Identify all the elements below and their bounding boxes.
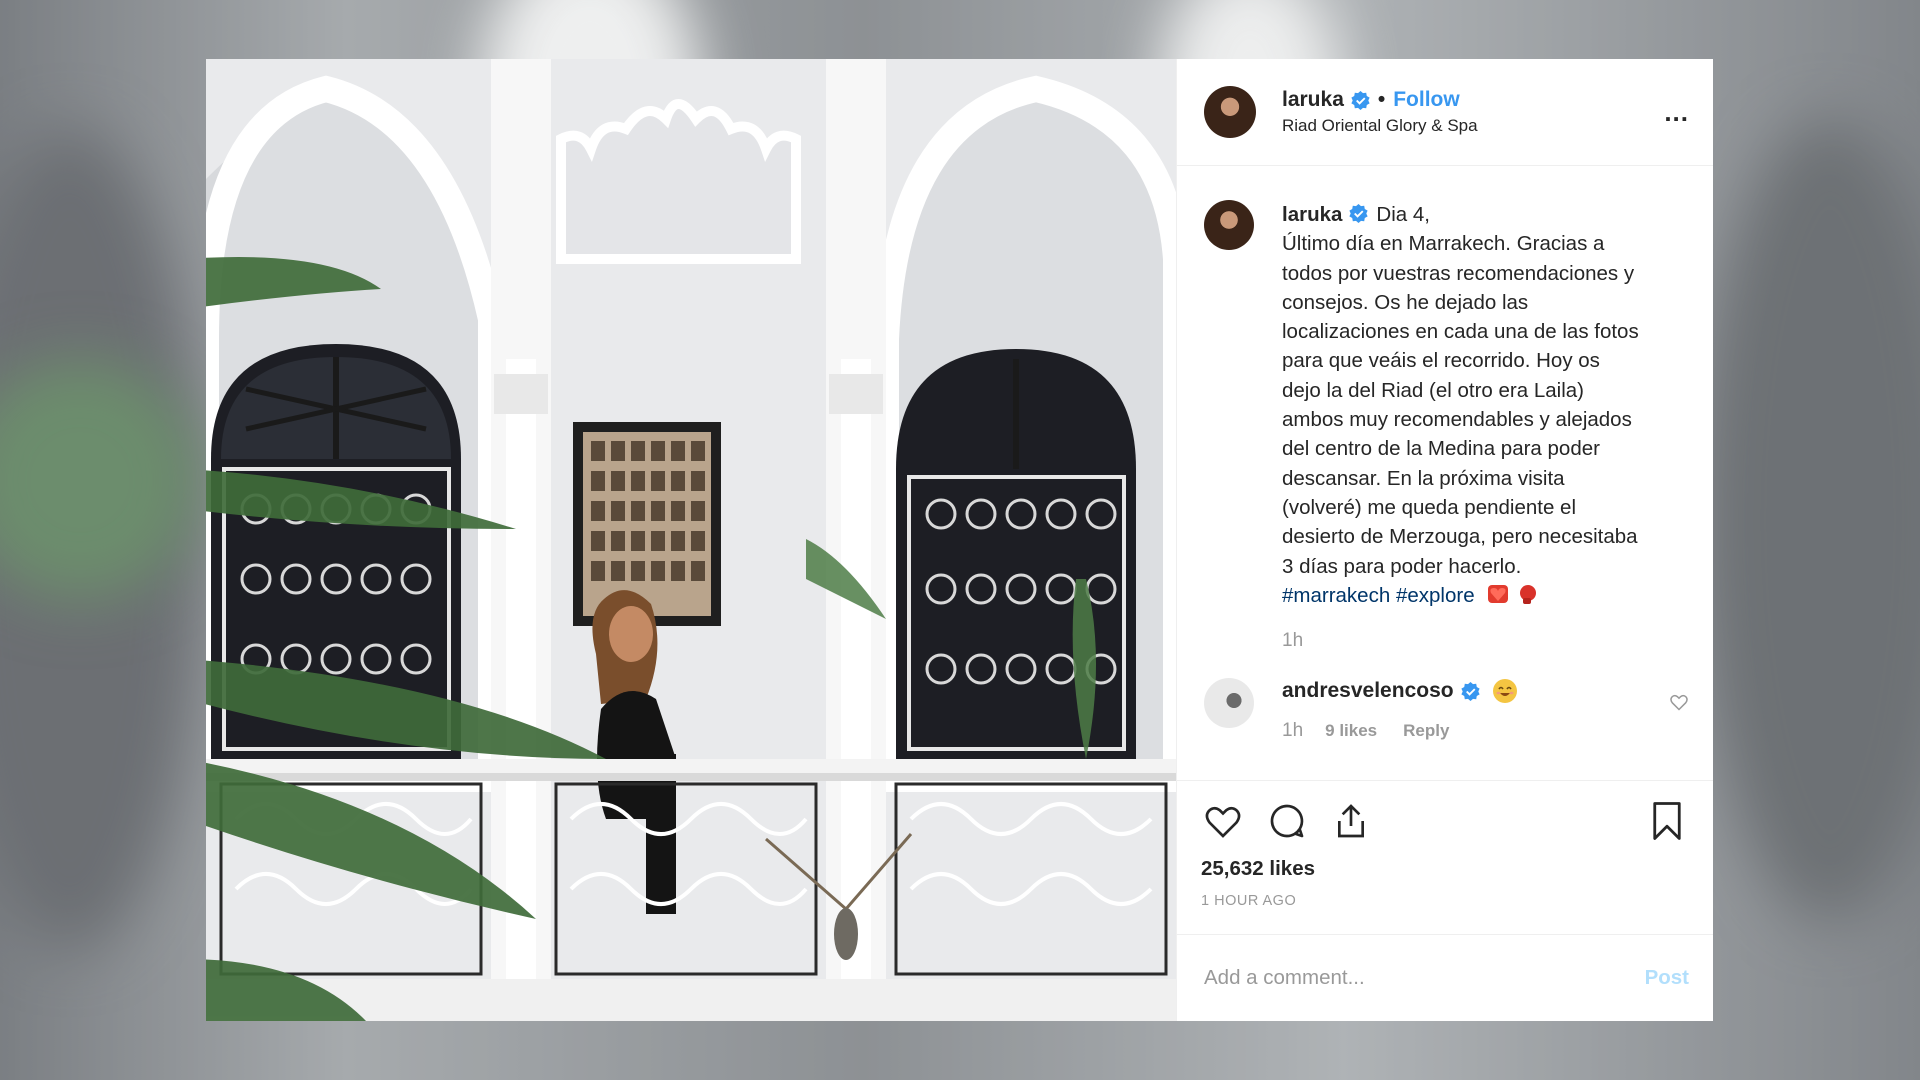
commenter-avatar[interactable]: [1204, 678, 1254, 729]
caption-avatar[interactable]: [1204, 200, 1254, 250]
post-comment-button[interactable]: Post: [1645, 966, 1689, 990]
location-link[interactable]: Riad Oriental Glory & Spa: [1282, 116, 1649, 136]
riad-balcony-illustration: [206, 59, 1176, 1021]
bookmark-icon[interactable]: [1645, 799, 1689, 843]
post-time-ago[interactable]: 1 HOUR AGO: [1201, 893, 1689, 909]
verified-badge-icon: [1349, 204, 1369, 223]
caption-line: descansar. En la próxima visita: [1282, 466, 1565, 490]
likes-count[interactable]: 25,632 likes: [1201, 857, 1689, 881]
comment-likes[interactable]: 9 likes: [1325, 721, 1377, 741]
header-username[interactable]: laruka: [1282, 88, 1344, 112]
caption-line: consejos. Os he dejado las: [1282, 290, 1529, 314]
header-text: laruka • Follow Riad Oriental Glory & Sp…: [1282, 88, 1649, 136]
caption-line: para que veáis el recorrido. Hoy os: [1282, 349, 1600, 373]
more-options-icon[interactable]: ...: [1649, 97, 1689, 128]
caption-line: 3 días para poder hacerlo.: [1282, 554, 1522, 578]
caption-username[interactable]: laruka: [1282, 203, 1342, 226]
comment-input[interactable]: Add a comment...: [1204, 966, 1645, 990]
caption-timestamp[interactable]: 1h: [1282, 630, 1689, 652]
caption-line: localizaciones en cada una de las fotos: [1282, 320, 1639, 344]
separator-dot: •: [1377, 88, 1386, 111]
commenter-username[interactable]: andresvelencoso: [1282, 679, 1454, 703]
verified-badge-icon: [1351, 90, 1370, 110]
caption-line: todos por vuestras recomendaciones y: [1282, 261, 1635, 285]
comments-section: laruka Dia 4, Último día en Marrakech. Gr…: [1177, 166, 1713, 780]
smiling-face-emoji-icon: [1492, 678, 1518, 704]
comment-like-heart-icon[interactable]: [1669, 692, 1689, 717]
caption-row: laruka Dia 4, Último día en Marrakech. Gr…: [1204, 200, 1689, 652]
caption-text: laruka Dia 4, Último día en Marrakech. Gr…: [1282, 200, 1682, 610]
caption-line: ambos muy recomendables y alejados: [1282, 408, 1632, 432]
caption-line: desierto de Merzouga, pero necesitaba: [1282, 525, 1638, 549]
caption-line: Último día en Marrakech. Gracias a: [1282, 232, 1605, 256]
hashtag-explore[interactable]: #explore: [1396, 584, 1475, 607]
caption-line: del centro de la Medina para poder: [1282, 437, 1600, 461]
caption-line: (volveré) me queda pendiente el: [1282, 495, 1577, 519]
instagram-post: laruka • Follow Riad Oriental Glory & Sp…: [206, 59, 1713, 1021]
add-comment-bar: Add a comment... Post: [1177, 934, 1713, 1021]
comment-icon[interactable]: [1265, 799, 1309, 843]
post-header: laruka • Follow Riad Oriental Glory & Sp…: [1177, 59, 1713, 166]
avatar[interactable]: [1204, 86, 1256, 138]
boxing-glove-emoji-icon: [1516, 582, 1540, 606]
comment-timestamp[interactable]: 1h: [1282, 720, 1303, 742]
reply-button[interactable]: Reply: [1403, 721, 1449, 741]
verified-badge-icon: [1460, 681, 1480, 701]
share-icon[interactable]: [1329, 799, 1373, 843]
caption-line: dejo la del Riad (el otro era Laila): [1282, 378, 1584, 402]
hashtag-marrakech[interactable]: #marrakech: [1282, 584, 1390, 607]
actions-area: 25,632 likes 1 HOUR AGO: [1177, 780, 1713, 934]
comment-row: andresvelencoso 1h 9 likes Reply: [1204, 678, 1689, 742]
heart-icon[interactable]: [1201, 799, 1245, 843]
post-sidebar: laruka • Follow Riad Oriental Glory & Sp…: [1176, 59, 1713, 1021]
red-heart-emoji-icon: [1486, 582, 1510, 606]
post-photo[interactable]: [206, 59, 1176, 1021]
caption-line: Dia 4,: [1376, 203, 1430, 226]
follow-button[interactable]: Follow: [1393, 88, 1460, 112]
